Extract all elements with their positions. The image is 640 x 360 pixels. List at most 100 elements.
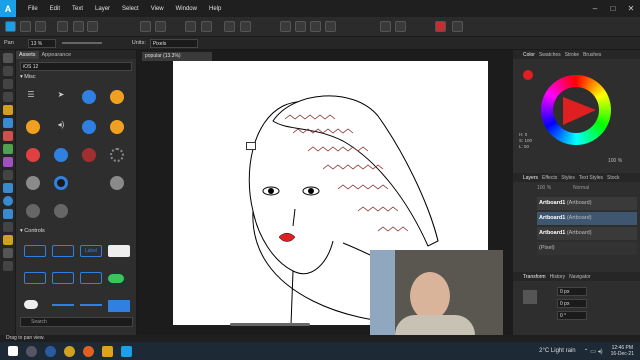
reply-icon[interactable]	[82, 120, 96, 134]
pen-tool-icon[interactable]	[2, 105, 13, 115]
layer-row-artboard-3[interactable]: Artboard1 (Artboard)	[537, 227, 637, 240]
boolean-intersect-icon[interactable]	[310, 21, 321, 32]
menu-view[interactable]: View	[151, 6, 164, 12]
tab-color[interactable]: Color	[523, 52, 535, 58]
node-tool-icon[interactable]	[2, 66, 13, 76]
insert-options-icon[interactable]	[452, 21, 463, 32]
document-tab[interactable]: popular (13.3%)	[142, 52, 212, 61]
record-icon[interactable]	[54, 176, 68, 190]
assets-search-input[interactable]: Search	[20, 317, 133, 327]
blend-mode-select[interactable]: Normal	[573, 185, 589, 191]
tab-stock[interactable]: Stock	[607, 175, 620, 181]
volume-icon[interactable]: ◂)	[54, 120, 68, 134]
arrange-forward-icon[interactable]	[201, 21, 212, 32]
tab-navigator[interactable]: Navigator	[569, 274, 590, 280]
preferences-icon[interactable]	[87, 21, 98, 32]
tab-text-styles[interactable]: Text Styles	[579, 175, 603, 181]
chrome-icon[interactable]	[64, 345, 75, 357]
rectangle-tool-icon[interactable]	[2, 183, 13, 193]
shape-tool-icon[interactable]	[2, 209, 13, 219]
toggle-switch[interactable]	[108, 274, 124, 283]
windows-start-icon[interactable]	[8, 346, 18, 356]
zoom-field[interactable]: 13 %	[27, 38, 56, 48]
minimize-icon[interactable]: –	[586, 4, 604, 13]
menu-layer[interactable]: Layer	[95, 6, 110, 12]
menu-window[interactable]: Window	[176, 6, 197, 12]
transparency-tool-icon[interactable]	[2, 170, 13, 180]
texture-icon[interactable]	[82, 148, 96, 162]
menu-select[interactable]: Select	[122, 6, 139, 12]
affinity-designer-logo[interactable]: A	[0, 0, 16, 17]
tab-brushes[interactable]: Brushes	[583, 52, 601, 58]
location-icon[interactable]: ➤	[54, 90, 68, 104]
avatar-notification-icon[interactable]	[54, 204, 68, 218]
gradient-tool-icon[interactable]	[2, 157, 13, 167]
maximize-icon[interactable]: □	[604, 4, 622, 13]
control-slider[interactable]	[52, 304, 74, 306]
image-placeholder-icon[interactable]	[246, 142, 256, 150]
menu-help[interactable]: Help	[209, 6, 221, 12]
tab-swatches[interactable]: Swatches	[539, 52, 561, 58]
contour-tool-icon[interactable]	[2, 79, 13, 89]
layer-row-pixel[interactable]: (Pixel)	[537, 242, 637, 255]
snapping-icon[interactable]	[380, 21, 391, 32]
layer-row-artboard-1[interactable]: Artboard1 (Artboard)	[537, 197, 637, 210]
tab-stroke[interactable]: Stroke	[565, 52, 579, 58]
zoom-app-icon[interactable]	[45, 345, 56, 357]
control-label-button[interactable]: Label	[80, 245, 102, 257]
export-persona-icon[interactable]	[35, 21, 46, 32]
tray-icons[interactable]: ⌃ ▭ ◂)	[584, 348, 603, 355]
flip-icon[interactable]	[224, 21, 235, 32]
menu-file[interactable]: File	[28, 6, 38, 12]
fill-color-swatch[interactable]	[523, 70, 533, 80]
arrange-icon[interactable]	[185, 21, 196, 32]
designer-persona-icon[interactable]	[5, 21, 16, 32]
coffee-icon[interactable]	[110, 90, 124, 104]
list-icon[interactable]: ☰	[24, 90, 38, 104]
bookmark-icon[interactable]	[110, 120, 124, 134]
search-icon[interactable]	[26, 345, 37, 357]
fill-tool-icon[interactable]	[2, 144, 13, 154]
avatar-icon[interactable]	[26, 176, 40, 190]
tab-assets[interactable]: Assets	[16, 50, 39, 59]
color-wheel[interactable]	[541, 75, 611, 145]
transform-icon[interactable]	[140, 21, 151, 32]
align-icon[interactable]	[155, 21, 166, 32]
mail-icon[interactable]	[54, 148, 68, 162]
text-tool-icon[interactable]	[2, 222, 13, 232]
brush-tool-icon[interactable]	[2, 131, 13, 141]
rotate-icon[interactable]	[240, 21, 251, 32]
clock[interactable]: 12:46 PM 16-Dec-21	[611, 345, 634, 357]
spinner-icon[interactable]	[110, 148, 124, 162]
corner-tool-icon[interactable]	[2, 92, 13, 102]
transform-w-field[interactable]: 0 px	[557, 299, 587, 308]
copy-icon[interactable]	[82, 90, 96, 104]
transform-r-field[interactable]: 0 °	[557, 311, 587, 320]
color-triangle[interactable]	[541, 75, 611, 145]
avatar-badge-icon[interactable]	[26, 204, 40, 218]
firefox-icon[interactable]	[83, 345, 94, 357]
layer-row-artboard-2[interactable]: Artboard1 (Artboard)	[537, 212, 637, 225]
tab-styles[interactable]: Styles	[561, 175, 575, 181]
layer-opacity-field[interactable]: 100 %	[537, 185, 551, 191]
insert-icon[interactable]	[435, 21, 446, 32]
section-controls[interactable]: ▾ Controls	[20, 228, 45, 234]
weather-widget[interactable]: 2°C Light rain	[539, 348, 575, 354]
affinity-designer-taskbar-icon[interactable]	[121, 345, 132, 357]
control-segment-2[interactable]	[52, 272, 74, 284]
color-picker-icon[interactable]	[2, 235, 13, 245]
document-setup-icon[interactable]	[57, 21, 68, 32]
asset-category-select[interactable]: iOS 12	[20, 62, 132, 71]
boolean-add-icon[interactable]	[280, 21, 291, 32]
units-select[interactable]: Pixels	[149, 38, 198, 48]
menu-text[interactable]: Text	[72, 6, 83, 12]
horizontal-scrollbar[interactable]	[230, 323, 310, 326]
section-misc[interactable]: ▾ Misc	[20, 74, 132, 80]
control-button-outline[interactable]	[24, 245, 46, 257]
boolean-subtract-icon[interactable]	[295, 21, 306, 32]
color-opacity[interactable]: 100 %	[608, 158, 622, 164]
tab-effects[interactable]: Effects	[542, 175, 557, 181]
control-segment-1[interactable]	[24, 272, 46, 284]
anchor-point-icon[interactable]	[523, 290, 537, 304]
pixel-persona-icon[interactable]	[20, 21, 31, 32]
